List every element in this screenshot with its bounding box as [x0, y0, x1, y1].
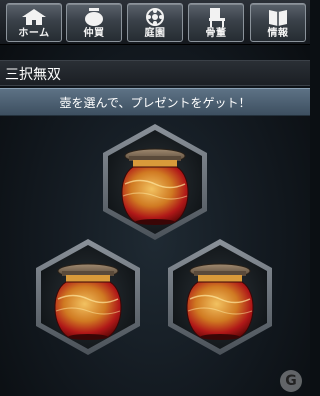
nav-info-button[interactable]: 情報 — [250, 3, 306, 42]
nav-broker-label: 仲買 — [83, 28, 105, 39]
pot-choice-3[interactable] — [160, 237, 280, 357]
nav-info-label: 情報 — [267, 28, 289, 39]
site-watermark-icon: G — [280, 370, 302, 392]
instruction-text: 壺を選んで、プレゼントをゲット！ — [59, 96, 251, 110]
nav-garden-label: 庭園 — [144, 28, 166, 39]
nav-home-button[interactable]: ホーム — [6, 3, 62, 42]
pot-choice-1[interactable] — [95, 122, 215, 242]
nav-antique-label: 骨董 — [205, 28, 227, 39]
jar-icon — [121, 148, 189, 226]
instruction-banner: 壺を選んで、プレゼントをゲット！ — [0, 88, 310, 116]
jar-icon — [54, 263, 122, 341]
page-title: 三択無双 — [5, 67, 61, 83]
nav-broker-button[interactable]: 仲買 — [66, 3, 122, 42]
nav-garden-button[interactable]: 庭園 — [127, 3, 183, 42]
page-title-bar: 三択無双 — [0, 60, 310, 86]
top-nav: ホーム 仲買 庭園 骨董 情報 — [0, 0, 310, 45]
pot-choice-2[interactable] — [28, 237, 148, 357]
jar-icon — [186, 263, 254, 341]
nav-home-label: ホーム — [18, 28, 50, 39]
nav-antique-button[interactable]: 骨董 — [188, 3, 244, 42]
game-screen: ホーム 仲買 庭園 骨董 情報 三択無双 壺を選んで、プレゼントをゲット！ G — [0, 0, 310, 396]
